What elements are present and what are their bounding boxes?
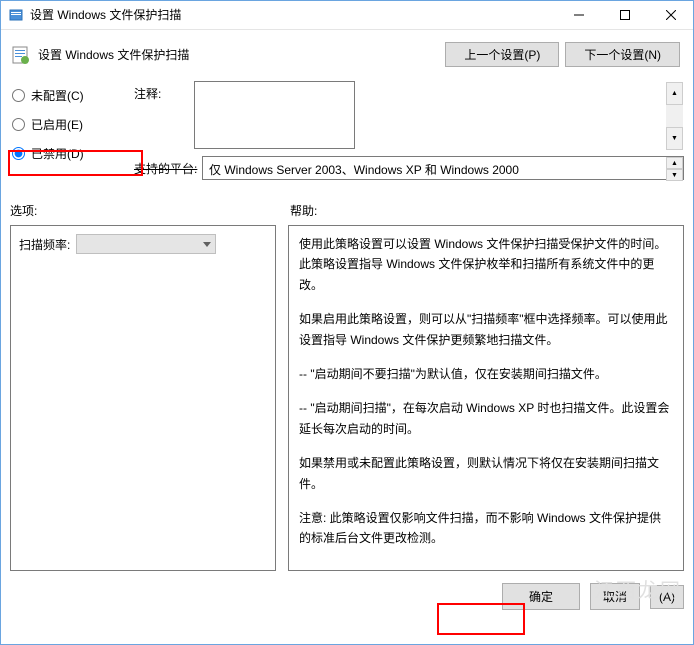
comment-scroll-down[interactable]: ▼ [666,127,683,150]
ok-button[interactable]: 确定 [502,583,580,610]
help-text: 如果禁用或未配置此策略设置，则默认情况下将仅在安装期间扫描文件。 [299,453,673,494]
help-text: 注意: 此策略设置仅影响文件扫描，而不影响 Windows 文件保护提供的标准后… [299,508,673,549]
state-radio-group: 未配置(C) 已启用(E) 已禁用(D) [10,81,130,174]
cancel-button[interactable]: 取消 [590,583,640,610]
close-button[interactable] [648,0,694,30]
help-text: -- "启动期间不要扫描"为默认值，仅在安装期间扫描文件。 [299,364,673,384]
radio-disabled[interactable] [12,147,25,160]
radio-not-configured[interactable] [12,89,25,102]
options-panel: 扫描频率: [10,225,276,571]
window-title: 设置 Windows 文件保护扫描 [30,6,556,23]
platform-scroll-down[interactable]: ▼ [666,169,683,181]
radio-enabled[interactable] [12,118,25,131]
maximize-button[interactable] [602,0,648,30]
footer: 确定 取消 (A) [0,571,694,620]
page-title: 设置 Windows 文件保护扫描 [38,46,445,63]
platform-label: 支持的平台: [134,156,202,177]
window-controls [556,0,694,30]
next-setting-button[interactable]: 下一个设置(N) [565,42,680,67]
platform-scroll-up[interactable]: ▲ [666,157,683,169]
comment-scroll-up[interactable]: ▲ [666,82,683,105]
help-label: 帮助: [290,202,317,219]
minimize-button[interactable] [556,0,602,30]
titlebar: 设置 Windows 文件保护扫描 [0,0,694,30]
help-text: 如果启用此策略设置，则可以从"扫描频率"框中选择频率。可以使用此设置指导 Win… [299,309,673,350]
comment-textarea[interactable] [194,81,355,149]
comment-label: 注释: [134,81,194,102]
platform-value: 仅 Windows Server 2003、Windows XP 和 Windo… [202,156,684,180]
prev-setting-button[interactable]: 上一个设置(P) [445,42,559,67]
scan-frequency-label: 扫描频率: [19,236,70,253]
scan-frequency-dropdown[interactable] [76,234,216,254]
radio-not-configured-label[interactable]: 未配置(C) [31,87,84,104]
radio-enabled-label[interactable]: 已启用(E) [31,116,83,133]
header: 设置 Windows 文件保护扫描 上一个设置(P) 下一个设置(N) [0,30,694,75]
options-label: 选项: [10,202,290,219]
help-text: 使用此策略设置可以设置 Windows 文件保护扫描受保护文件的时间。此策略设置… [299,234,673,295]
radio-disabled-label[interactable]: 已禁用(D) [31,145,84,162]
policy-icon [10,45,30,65]
help-text: -- "启动期间扫描"，在每次启动 Windows XP 时也扫描文件。此设置会… [299,398,673,439]
app-icon [8,7,24,23]
help-panel[interactable]: 使用此策略设置可以设置 Windows 文件保护扫描受保护文件的时间。此策略设置… [288,225,684,571]
apply-button[interactable]: (A) [650,585,684,609]
